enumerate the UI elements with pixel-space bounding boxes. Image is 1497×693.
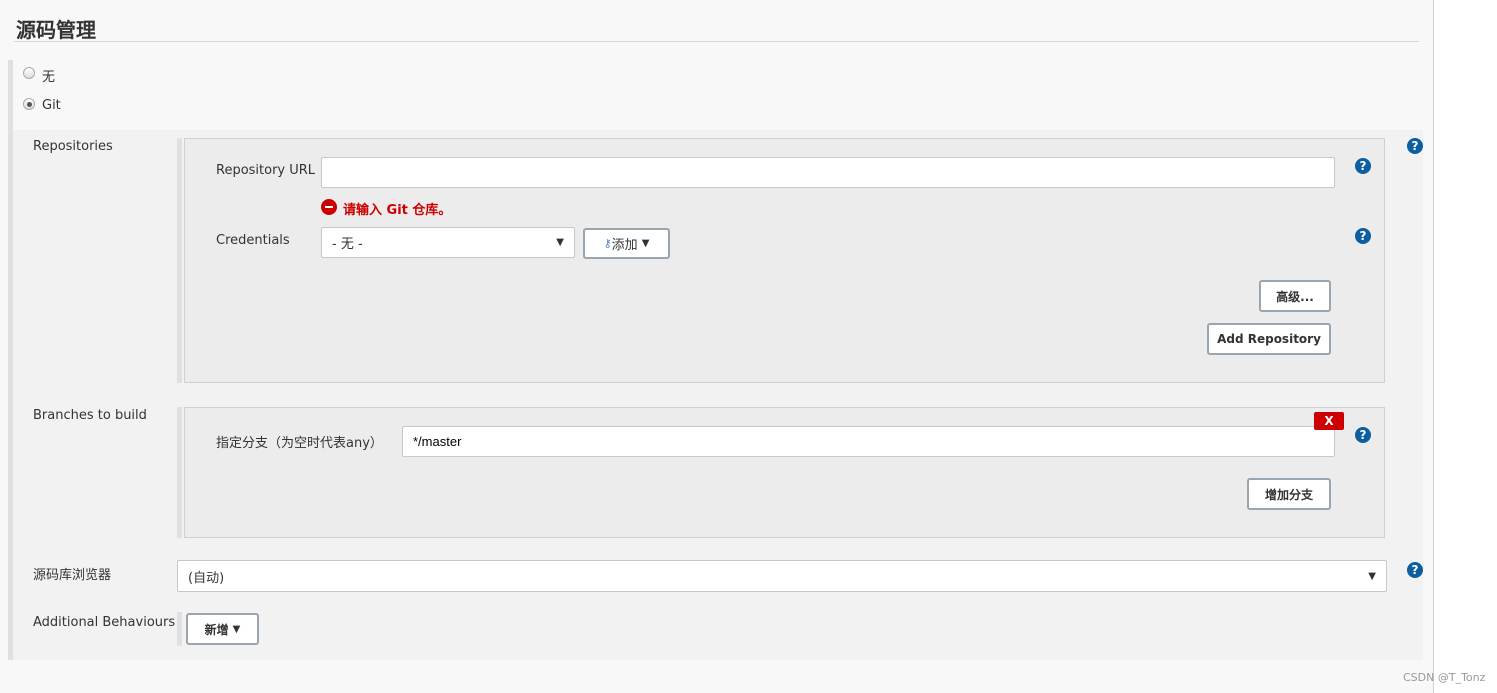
delete-branch-button[interactable]: X: [1314, 412, 1344, 430]
repository-url-label: Repository URL: [216, 163, 316, 178]
branch-spec-input[interactable]: [402, 426, 1335, 457]
branch-bar: [177, 407, 182, 538]
error-message: 请输入 Git 仓库。: [343, 203, 452, 218]
repo-browser-select[interactable]: (自动) ▼: [177, 560, 1387, 592]
repo-browser-label: 源码库浏览器: [33, 568, 112, 583]
divider: [14, 41, 1419, 42]
credentials-value: - 无 -: [332, 237, 363, 252]
add-label: 添加: [611, 238, 638, 253]
radio-none-label: 无: [42, 70, 56, 85]
add-credentials-button[interactable]: ⚷ 添加 ▼: [583, 228, 670, 259]
repo-bar: [177, 138, 182, 383]
branch-spec-label: 指定分支（为空时代表any）: [216, 436, 383, 451]
repo-browser-value: (自动): [188, 570, 225, 586]
help-icon[interactable]: ?: [1407, 562, 1423, 578]
radio-none[interactable]: [23, 67, 35, 79]
help-icon[interactable]: ?: [1355, 427, 1371, 443]
help-icon[interactable]: ?: [1355, 228, 1371, 244]
caret-down-icon: ▼: [232, 623, 241, 635]
advanced-button[interactable]: 高级...: [1259, 280, 1331, 312]
add-branch-button[interactable]: 增加分支: [1247, 478, 1331, 510]
dropdown-arrow-icon: ▼: [1368, 570, 1376, 582]
additional-behaviours-label: Additional Behaviours: [33, 615, 176, 630]
radio-git-label: Git: [42, 98, 61, 113]
repository-url-input[interactable]: [321, 157, 1335, 188]
key-icon: ⚷: [603, 237, 612, 250]
help-icon[interactable]: ?: [1355, 158, 1371, 174]
add-repository-button[interactable]: Add Repository: [1207, 323, 1331, 355]
caret-down-icon: ▼: [641, 238, 650, 249]
branches-label: Branches to build: [33, 408, 147, 423]
dropdown-arrow-icon: ▼: [556, 237, 564, 248]
error-icon: [321, 199, 337, 215]
credentials-label: Credentials: [216, 233, 290, 248]
help-icon[interactable]: ?: [1407, 138, 1423, 154]
credentials-select[interactable]: - 无 - ▼: [321, 227, 575, 258]
add-behaviour-button[interactable]: 新增 ▼: [186, 613, 259, 645]
page-title: 源码管理: [16, 18, 96, 42]
radio-git[interactable]: [23, 98, 35, 110]
watermark: CSDN @T_Tonz: [1403, 671, 1486, 684]
add-behaviour-label: 新增: [204, 622, 229, 637]
behaviours-bar: [177, 612, 182, 646]
repositories-label: Repositories: [33, 139, 113, 154]
